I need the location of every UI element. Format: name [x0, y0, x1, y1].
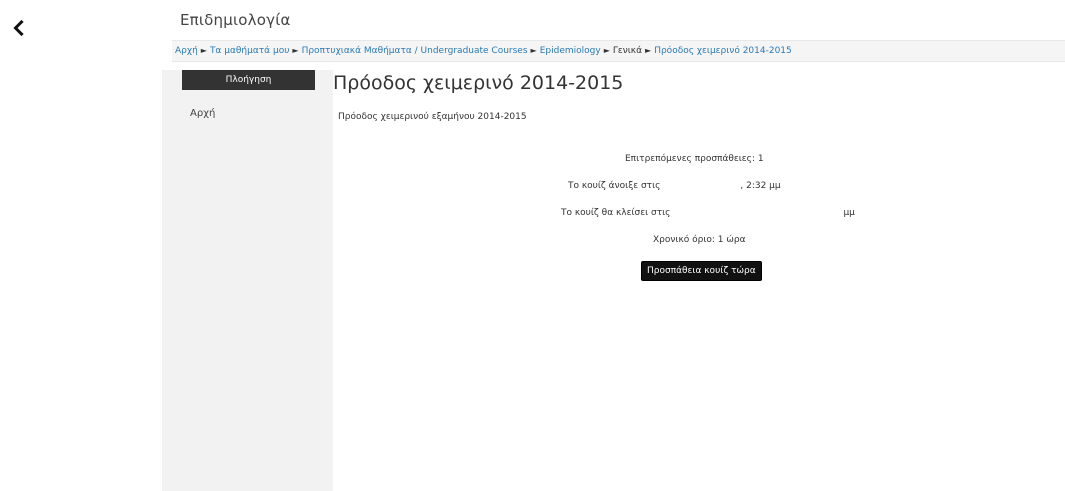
quiz-intro: Πρόοδος χειμερινού εξαμήνου 2014-2015	[338, 112, 527, 122]
quiz-opened-line: Το κουίζ άνοιξε στις , 2:32 μμ	[568, 181, 781, 191]
quiz-closes-line: Το κουίζ θα κλείσει στις μμ	[561, 208, 855, 218]
course-title: Επιδημιολογία	[180, 11, 291, 29]
page-title: Πρόοδος χειμερινό 2014-2015	[333, 72, 624, 94]
quiz-closes-time: μμ	[843, 208, 855, 218]
back-button[interactable]	[10, 18, 26, 38]
quiz-opened-time: , 2:32 μμ	[740, 181, 781, 191]
main-content: Πρόοδος χειμερινό 2014-2015 Πρόοδος χειμ…	[333, 62, 1065, 491]
navigation-sidebar: Πλοήγηση Αρχή	[162, 70, 333, 491]
breadcrumb-current-quiz[interactable]: Πρόοδος χειμερινό 2014-2015	[654, 46, 792, 56]
time-limit: Χρονικό όριο: 1 ώρα	[653, 235, 746, 245]
sidebar-item-home[interactable]: Αρχή	[190, 108, 215, 119]
attempt-quiz-button[interactable]: Προσπάθεια κουίζ τώρα	[641, 261, 762, 281]
chevron-left-icon	[13, 20, 24, 36]
breadcrumb-separator: ►	[530, 46, 537, 55]
breadcrumb-epidemiology[interactable]: Epidemiology	[540, 46, 601, 56]
breadcrumb-separator: ►	[292, 46, 299, 55]
attempts-allowed: Επιτρεπόμενες προσπάθειες: 1	[625, 154, 764, 164]
breadcrumb: Αρχή ► Τα μαθήματά μου ► Προπτυχιακά Μαθήματ…	[172, 40, 1065, 62]
breadcrumb-separator: ►	[603, 46, 610, 55]
breadcrumb-home[interactable]: Αρχή	[175, 46, 198, 56]
breadcrumb-my-courses[interactable]: Τα μαθήματά μου	[210, 46, 289, 56]
quiz-closes-label: Το κουίζ θα κλείσει στις	[561, 208, 671, 218]
navigation-block-header: Πλοήγηση	[182, 70, 315, 90]
quiz-opened-label: Το κουίζ άνοιξε στις	[568, 181, 661, 191]
breadcrumb-general: Γενικά	[612, 46, 643, 56]
breadcrumb-separator: ►	[200, 46, 207, 55]
breadcrumb-separator: ►	[645, 46, 652, 55]
breadcrumb-undergraduate-courses[interactable]: Προπτυχιακά Μαθήματα / Undergraduate Cou…	[302, 46, 528, 56]
